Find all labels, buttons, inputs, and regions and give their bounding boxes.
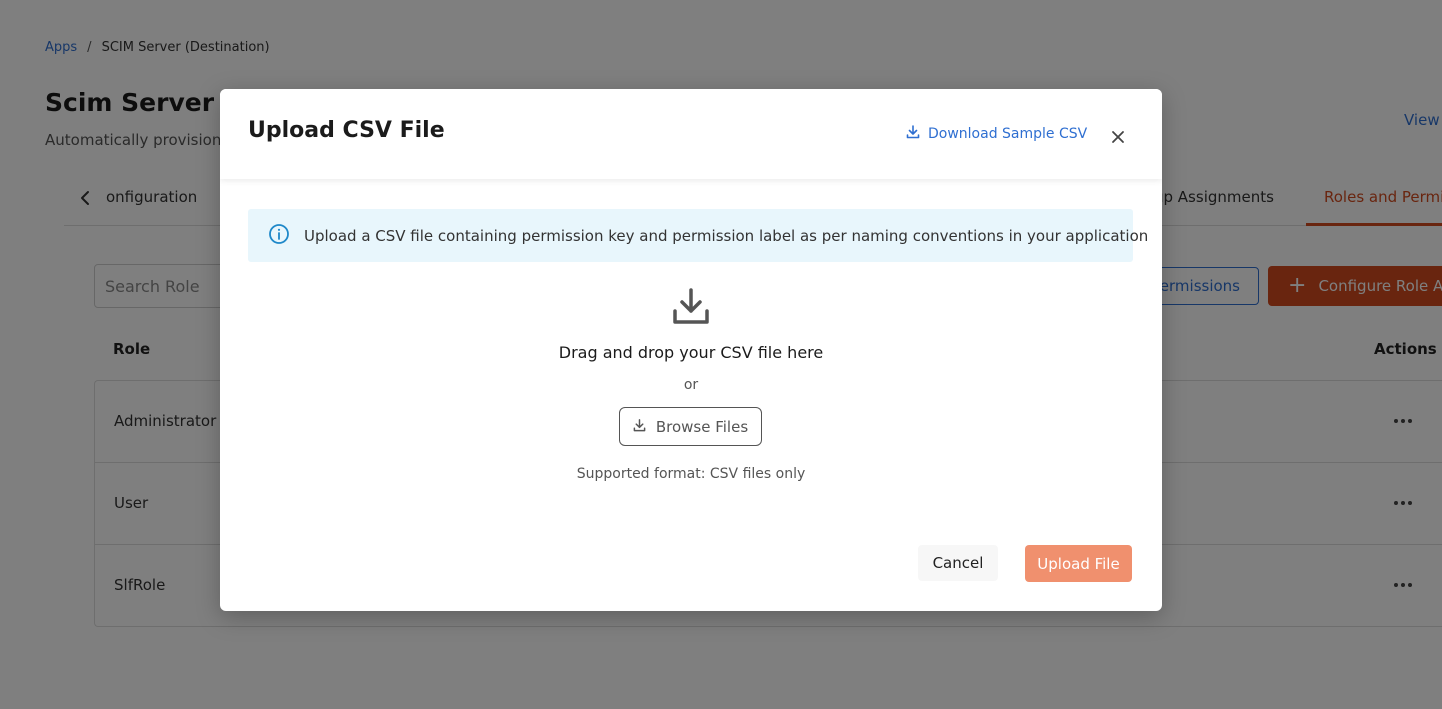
supported-format-text: Supported format: CSV files only [576, 466, 806, 482]
upload-file-button[interactable]: Upload File [1025, 545, 1132, 582]
download-sample-label: Download Sample CSV [928, 126, 1088, 142]
cancel-button[interactable]: Cancel [918, 545, 998, 581]
modal-header: Upload CSV File Download Sample CSV [220, 89, 1162, 179]
download-icon [906, 125, 920, 143]
modal-title: Upload CSV File [248, 118, 445, 143]
close-icon[interactable] [1108, 127, 1128, 147]
drop-zone-title: Drag and drop your CSV file here [558, 343, 824, 362]
download-tray-icon [671, 287, 711, 327]
browse-files-label: Browse Files [655, 417, 749, 436]
drop-zone-or: or [683, 377, 699, 393]
upload-csv-modal: Upload CSV File Download Sample CSV Uplo… [220, 89, 1162, 611]
browse-files-button[interactable]: Browse Files [619, 407, 762, 446]
download-sample-csv-link[interactable]: Download Sample CSV [906, 125, 1087, 143]
info-text: Upload a CSV file containing permission … [304, 226, 1149, 245]
download-icon [633, 418, 646, 436]
info-banner: Upload a CSV file containing permission … [248, 209, 1148, 262]
info-icon [268, 223, 290, 249]
